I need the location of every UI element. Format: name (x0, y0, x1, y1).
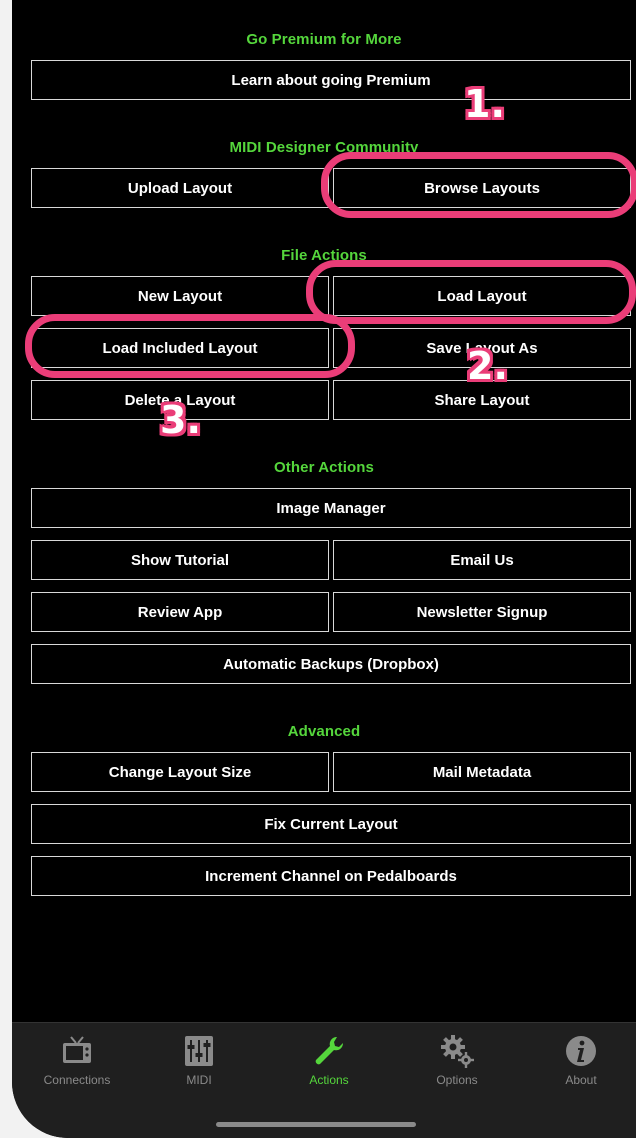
annotation-marker-2: 2. (467, 344, 508, 388)
wrench-icon (309, 1031, 349, 1071)
tab-options[interactable]: Options (402, 1031, 512, 1101)
image-manager-button[interactable]: Image Manager (31, 488, 631, 528)
review-app-button[interactable]: Review App (31, 592, 329, 632)
tab-bar: Connections MIDI Actions Options About (12, 1022, 636, 1138)
home-indicator[interactable] (216, 1122, 416, 1127)
section-title-community: MIDI Designer Community (229, 139, 419, 156)
tv-icon (57, 1031, 97, 1071)
load-included-layout-button[interactable]: Load Included Layout (31, 328, 329, 368)
email-us-button[interactable]: Email Us (333, 540, 631, 580)
info-icon (561, 1031, 601, 1071)
mixer-sliders-icon (179, 1031, 219, 1071)
tab-label-about: About (565, 1073, 597, 1087)
annotation-marker-1: 1. (464, 82, 505, 126)
change-layout-size-button[interactable]: Change Layout Size (31, 752, 329, 792)
fix-current-layout-button[interactable]: Fix Current Layout (31, 804, 631, 844)
section-title-other-actions: Other Actions (274, 459, 374, 476)
tab-connections[interactable]: Connections (22, 1031, 132, 1101)
new-layout-button[interactable]: New Layout (31, 276, 329, 316)
tab-label-connections: Connections (43, 1073, 111, 1087)
tab-midi[interactable]: MIDI (144, 1031, 254, 1101)
newsletter-signup-button[interactable]: Newsletter Signup (333, 592, 631, 632)
browse-layouts-button[interactable]: Browse Layouts (333, 168, 631, 208)
increment-channel-button[interactable]: Increment Channel on Pedalboards (31, 856, 631, 896)
learn-premium-button[interactable]: Learn about going Premium (31, 60, 631, 100)
tab-label-midi: MIDI (186, 1073, 212, 1087)
section-title-premium: Go Premium for More (246, 31, 402, 48)
tab-actions[interactable]: Actions (274, 1031, 384, 1101)
mail-metadata-button[interactable]: Mail Metadata (333, 752, 631, 792)
tab-about[interactable]: About (526, 1031, 636, 1101)
upload-layout-button[interactable]: Upload Layout (31, 168, 329, 208)
annotation-marker-3: 3. (160, 398, 201, 442)
load-layout-button[interactable]: Load Layout (333, 276, 631, 316)
tab-label-actions: Actions (309, 1073, 349, 1087)
gears-icon (437, 1031, 477, 1071)
section-title-file-actions: File Actions (281, 247, 367, 264)
actions-screen: Go Premium for More Learn about going Pr… (12, 0, 636, 1138)
section-title-advanced: Advanced (287, 723, 361, 740)
automatic-backups-button[interactable]: Automatic Backups (Dropbox) (31, 644, 631, 684)
show-tutorial-button[interactable]: Show Tutorial (31, 540, 329, 580)
tab-label-options: Options (436, 1073, 478, 1087)
